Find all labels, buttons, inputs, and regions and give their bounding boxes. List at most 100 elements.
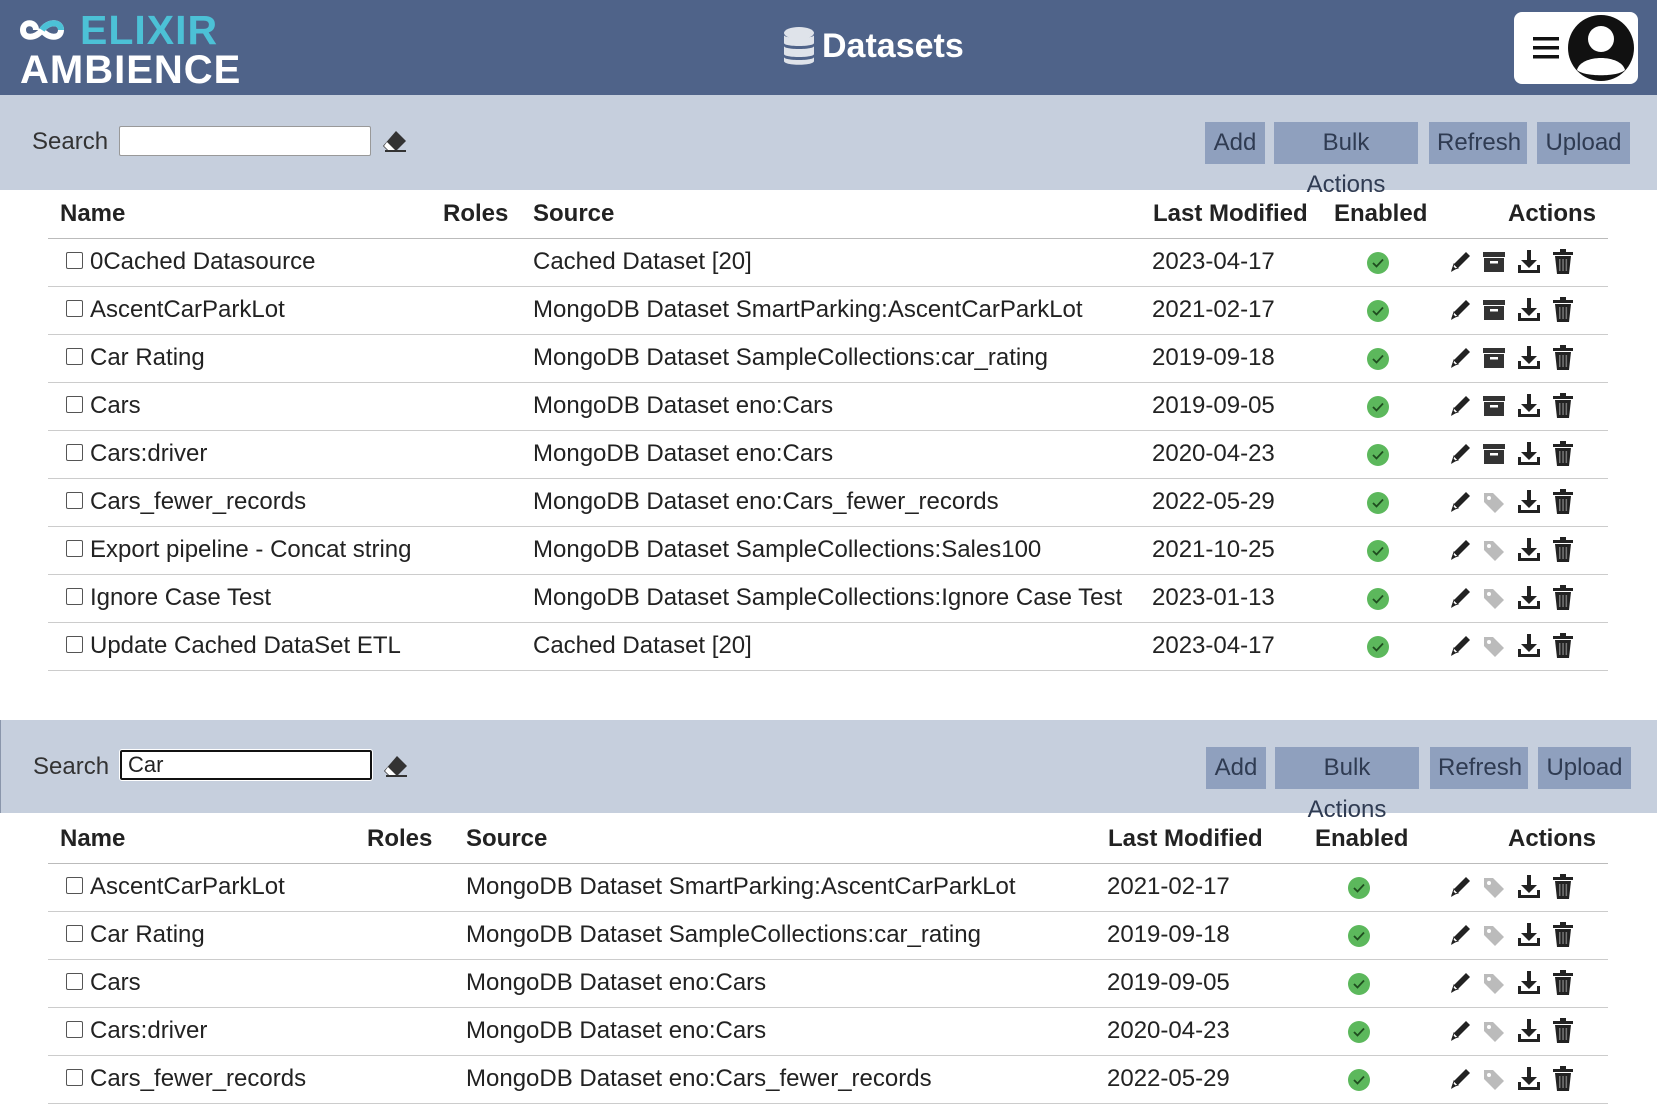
bulk-actions-button[interactable]: Bulk Actions bbox=[1274, 122, 1418, 198]
archive-icon[interactable] bbox=[1481, 440, 1507, 468]
edit-pencil-icon[interactable] bbox=[1448, 344, 1474, 372]
row-checkbox[interactable] bbox=[66, 252, 83, 269]
table-row[interactable]: Update Cached DataSet ETL Cached Dataset … bbox=[48, 622, 1608, 671]
edit-pencil-icon[interactable] bbox=[1448, 440, 1474, 468]
download-icon[interactable] bbox=[1516, 873, 1542, 901]
row-checkbox[interactable] bbox=[66, 1021, 83, 1038]
table-row[interactable]: Cars_fewer_records MongoDB Dataset eno:Ca… bbox=[48, 478, 1608, 527]
download-icon[interactable] bbox=[1516, 1017, 1542, 1045]
edit-pencil-icon[interactable] bbox=[1448, 296, 1474, 324]
user-avatar-icon[interactable] bbox=[1566, 14, 1636, 82]
delete-trash-icon[interactable] bbox=[1550, 248, 1576, 276]
column-header-enabled[interactable]: Enabled bbox=[1315, 825, 1408, 853]
download-icon[interactable] bbox=[1516, 392, 1542, 420]
dataset-name[interactable]: Car Rating bbox=[90, 344, 205, 372]
table-row[interactable]: AscentCarParkLot MongoDB Dataset SmartPar… bbox=[48, 286, 1608, 335]
edit-pencil-icon[interactable] bbox=[1448, 921, 1474, 949]
eraser-clear-icon[interactable] bbox=[383, 754, 409, 778]
delete-trash-icon[interactable] bbox=[1550, 969, 1576, 997]
tag-icon[interactable] bbox=[1481, 921, 1507, 949]
download-icon[interactable] bbox=[1516, 969, 1542, 997]
upload-button[interactable]: Upload bbox=[1537, 122, 1630, 164]
table-row[interactable]: Cars_fewer_records MongoDB Dataset eno:Ca… bbox=[48, 1055, 1608, 1104]
table-row[interactable]: Cars:driver MongoDB Dataset eno:Cars 2020-… bbox=[48, 1007, 1608, 1056]
edit-pencil-icon[interactable] bbox=[1448, 873, 1474, 901]
delete-trash-icon[interactable] bbox=[1550, 632, 1576, 660]
dataset-name[interactable]: Cars_fewer_records bbox=[90, 488, 306, 516]
table-row[interactable]: Ignore Case Test MongoDB Dataset SampleCo… bbox=[48, 574, 1608, 623]
download-icon[interactable] bbox=[1516, 1065, 1542, 1093]
enabled-check-icon[interactable] bbox=[1366, 251, 1390, 275]
enabled-check-icon[interactable] bbox=[1347, 876, 1371, 900]
download-icon[interactable] bbox=[1516, 536, 1542, 564]
column-header-roles[interactable]: Roles bbox=[443, 200, 508, 228]
archive-icon[interactable] bbox=[1481, 296, 1507, 324]
refresh-button[interactable]: Refresh bbox=[1429, 122, 1527, 164]
download-icon[interactable] bbox=[1516, 488, 1542, 516]
tag-icon[interactable] bbox=[1481, 536, 1507, 564]
tag-icon[interactable] bbox=[1481, 1065, 1507, 1093]
add-button[interactable]: Add bbox=[1205, 122, 1265, 164]
column-header-roles[interactable]: Roles bbox=[367, 825, 432, 853]
add-button[interactable]: Add bbox=[1206, 747, 1266, 789]
dataset-name[interactable]: Cars:driver bbox=[90, 440, 207, 468]
dataset-name[interactable]: Cars bbox=[90, 392, 141, 420]
edit-pencil-icon[interactable] bbox=[1448, 488, 1474, 516]
delete-trash-icon[interactable] bbox=[1550, 536, 1576, 564]
table-row[interactable]: Cars:driver MongoDB Dataset eno:Cars 2020-… bbox=[48, 430, 1608, 479]
table-row[interactable]: Cars MongoDB Dataset eno:Cars 2019-09-05 bbox=[48, 382, 1608, 431]
elixir-ambience-logo[interactable]: ELIXIR AMBIENCE bbox=[20, 10, 250, 90]
download-icon[interactable] bbox=[1516, 921, 1542, 949]
download-icon[interactable] bbox=[1516, 296, 1542, 324]
search-input[interactable] bbox=[119, 749, 373, 781]
dataset-name[interactable]: 0Cached Datasource bbox=[90, 248, 315, 276]
download-icon[interactable] bbox=[1516, 584, 1542, 612]
edit-pencil-icon[interactable] bbox=[1448, 1065, 1474, 1093]
enabled-check-icon[interactable] bbox=[1366, 395, 1390, 419]
delete-trash-icon[interactable] bbox=[1550, 873, 1576, 901]
edit-pencil-icon[interactable] bbox=[1448, 584, 1474, 612]
row-checkbox[interactable] bbox=[66, 444, 83, 461]
enabled-check-icon[interactable] bbox=[1366, 299, 1390, 323]
column-header-name[interactable]: Name bbox=[60, 200, 125, 228]
tag-icon[interactable] bbox=[1481, 1017, 1507, 1045]
edit-pencil-icon[interactable] bbox=[1448, 536, 1474, 564]
row-checkbox[interactable] bbox=[66, 636, 83, 653]
download-icon[interactable] bbox=[1516, 440, 1542, 468]
enabled-check-icon[interactable] bbox=[1366, 491, 1390, 515]
delete-trash-icon[interactable] bbox=[1550, 1065, 1576, 1093]
tag-icon[interactable] bbox=[1481, 969, 1507, 997]
eraser-clear-icon[interactable] bbox=[382, 129, 408, 153]
upload-button[interactable]: Upload bbox=[1538, 747, 1631, 789]
user-menu[interactable] bbox=[1514, 12, 1638, 84]
row-checkbox[interactable] bbox=[66, 1069, 83, 1086]
row-checkbox[interactable] bbox=[66, 300, 83, 317]
table-row[interactable]: Car Rating MongoDB Dataset SampleCollecti… bbox=[48, 911, 1608, 960]
edit-pencil-icon[interactable] bbox=[1448, 969, 1474, 997]
bulk-actions-button[interactable]: Bulk Actions bbox=[1275, 747, 1419, 823]
enabled-check-icon[interactable] bbox=[1366, 635, 1390, 659]
row-checkbox[interactable] bbox=[66, 877, 83, 894]
edit-pencil-icon[interactable] bbox=[1448, 248, 1474, 276]
row-checkbox[interactable] bbox=[66, 396, 83, 413]
delete-trash-icon[interactable] bbox=[1550, 584, 1576, 612]
enabled-check-icon[interactable] bbox=[1366, 347, 1390, 371]
archive-icon[interactable] bbox=[1481, 392, 1507, 420]
delete-trash-icon[interactable] bbox=[1550, 344, 1576, 372]
delete-trash-icon[interactable] bbox=[1550, 440, 1576, 468]
edit-pencil-icon[interactable] bbox=[1448, 632, 1474, 660]
row-checkbox[interactable] bbox=[66, 925, 83, 942]
delete-trash-icon[interactable] bbox=[1550, 921, 1576, 949]
edit-pencil-icon[interactable] bbox=[1448, 392, 1474, 420]
tag-icon[interactable] bbox=[1481, 584, 1507, 612]
dataset-name[interactable]: Cars_fewer_records bbox=[90, 1065, 306, 1093]
delete-trash-icon[interactable] bbox=[1550, 1017, 1576, 1045]
column-header-last-modified[interactable]: Last Modified bbox=[1153, 200, 1308, 228]
refresh-button[interactable]: Refresh bbox=[1430, 747, 1528, 789]
row-checkbox[interactable] bbox=[66, 588, 83, 605]
enabled-check-icon[interactable] bbox=[1347, 924, 1371, 948]
enabled-check-icon[interactable] bbox=[1366, 587, 1390, 611]
tag-icon[interactable] bbox=[1481, 873, 1507, 901]
table-row[interactable]: Export pipeline - Concat string MongoDB D… bbox=[48, 526, 1608, 575]
download-icon[interactable] bbox=[1516, 632, 1542, 660]
